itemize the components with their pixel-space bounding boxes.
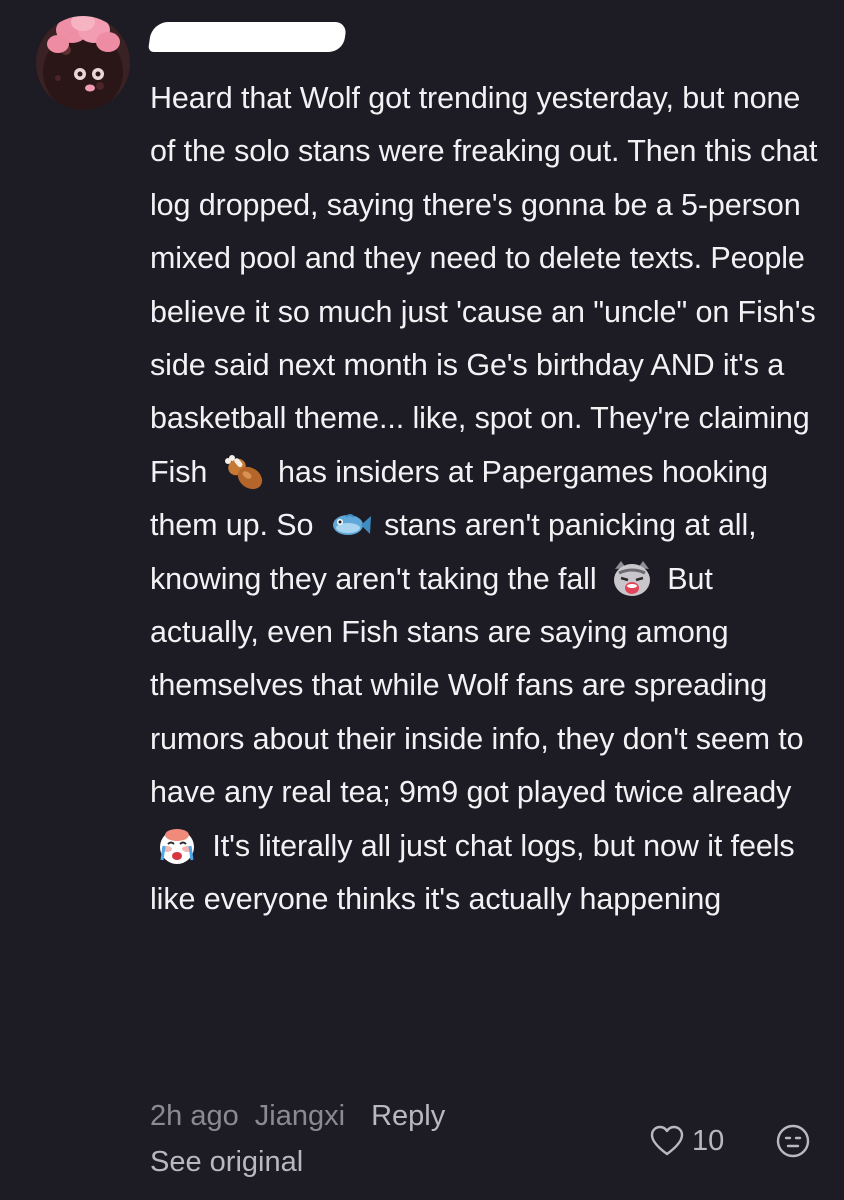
drumstick-emoji	[220, 452, 266, 492]
comment-meta-row: 2h ago Jiangxi Reply	[150, 1098, 445, 1134]
fish-emoji	[326, 505, 372, 545]
user-avatar[interactable]	[36, 16, 130, 110]
see-original-link[interactable]: See original	[150, 1144, 303, 1180]
like-button[interactable]: 10	[650, 1122, 724, 1160]
emoji-reaction-icon	[776, 1124, 810, 1158]
like-count: 10	[692, 1124, 725, 1157]
comment-location: Jiangxi	[254, 1100, 346, 1132]
comment-text-segment: Heard that Wolf got trending yesterday, …	[150, 81, 826, 489]
heart-outline-icon	[650, 1125, 684, 1156]
comment-text-segment: But actually, even Fish stans are saying…	[150, 561, 812, 810]
username-redacted[interactable]	[147, 22, 348, 52]
comment-body: Heard that Wolf got trending yesterday, …	[150, 72, 822, 927]
cat-crying-emoji	[609, 559, 655, 599]
pink-flower-cookie-avatar-icon	[36, 16, 130, 110]
crying-face-emoji	[154, 826, 200, 866]
emoji-reaction-button[interactable]	[776, 1124, 810, 1158]
comment-timestamp: 2h ago	[150, 1100, 239, 1132]
comment-text-segment: It's literally all just chat logs, but n…	[150, 828, 803, 917]
reply-button[interactable]: Reply	[371, 1100, 445, 1132]
